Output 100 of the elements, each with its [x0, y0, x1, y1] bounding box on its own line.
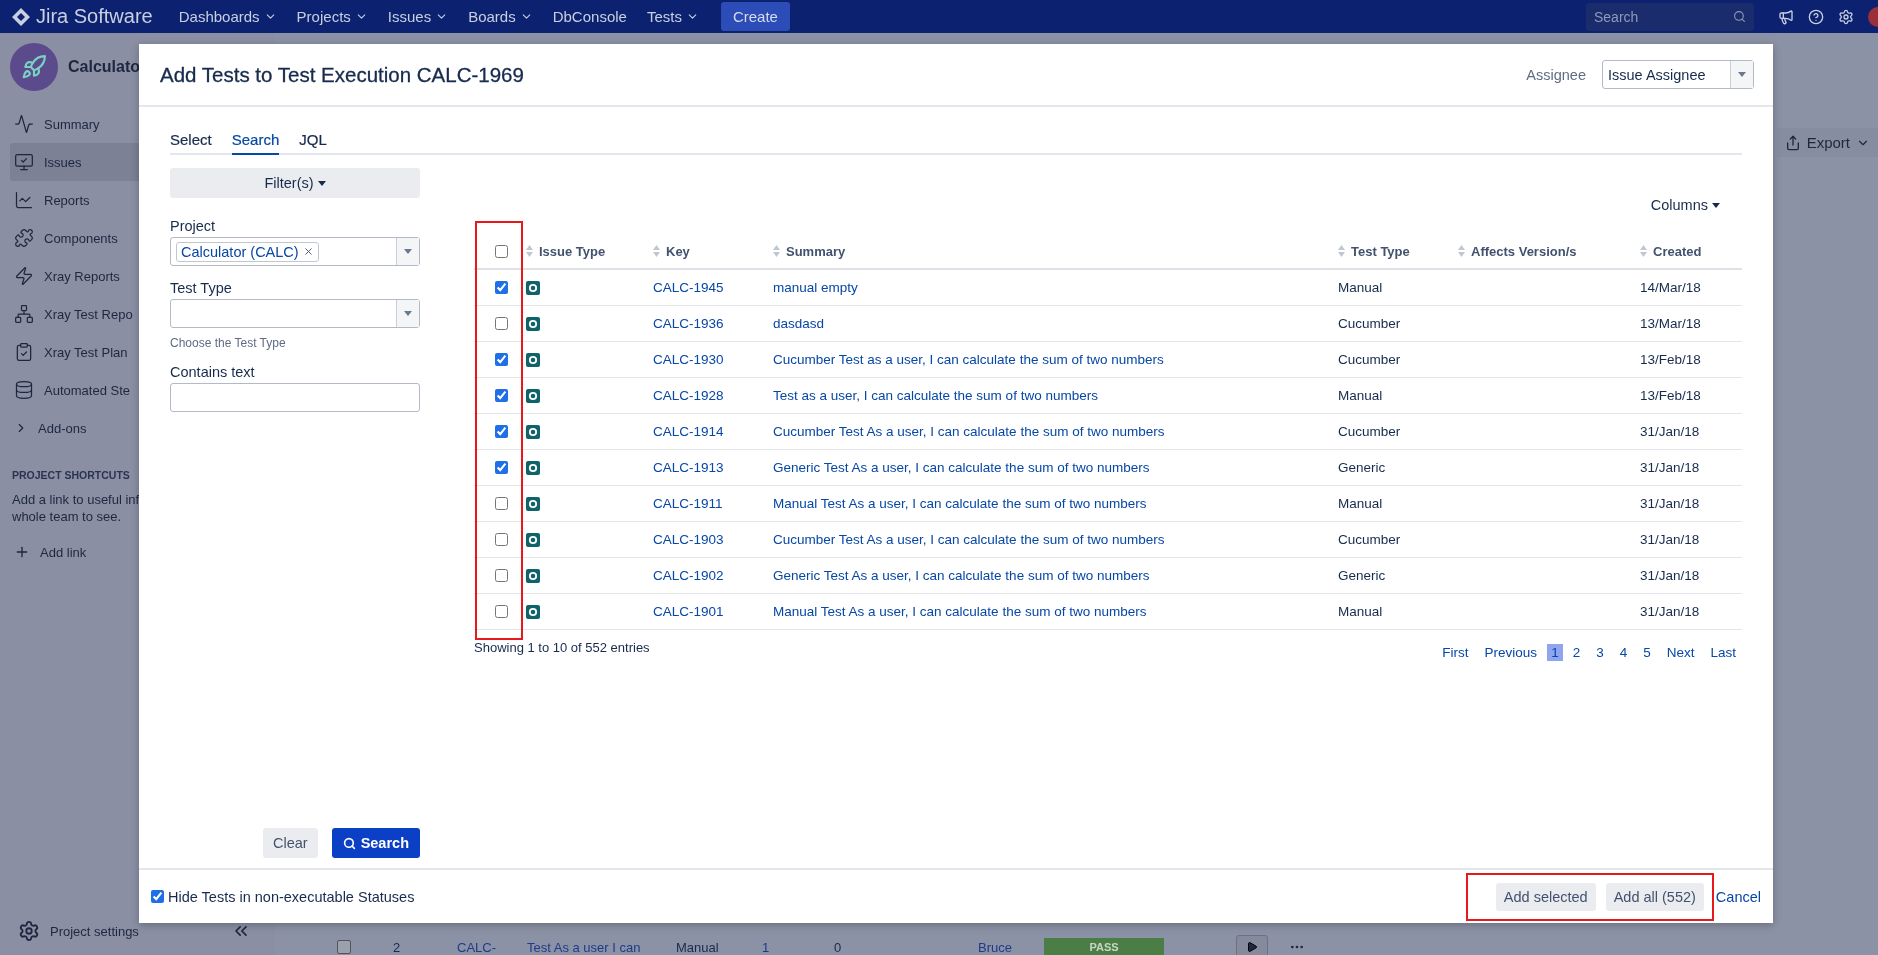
summary-link[interactable]: manual empty [773, 280, 1338, 295]
table-cell-text: 13/Feb/18 [1640, 388, 1702, 403]
sidebar-item[interactable]: Xray Test Repo [10, 295, 265, 333]
megaphone-icon[interactable] [1778, 8, 1794, 25]
issue-key-link[interactable]: CALC-1911 [653, 496, 773, 511]
row-checkbox[interactable] [495, 569, 508, 582]
row-checkbox[interactable] [495, 605, 508, 618]
issue-key-link[interactable]: CALC-1930 [653, 352, 773, 367]
database-icon [14, 380, 34, 400]
issue-key-link[interactable]: CALC-1928 [653, 388, 773, 403]
project-name[interactable]: Calculato [68, 58, 140, 76]
row-checkbox[interactable] [495, 533, 508, 546]
table-cell-text: Cucumber [1338, 352, 1402, 367]
play-button[interactable] [1236, 935, 1268, 955]
filters-button[interactable]: Filter(s) [170, 168, 420, 198]
text-input[interactable] [170, 383, 420, 412]
row-checkbox[interactable] [337, 940, 351, 954]
table-cell-text: Generic [1338, 568, 1387, 583]
issue-key-link[interactable]: CALC-1936 [653, 316, 773, 331]
add-selected-button[interactable]: Add selected [1495, 882, 1596, 911]
row-checkbox[interactable] [495, 389, 508, 402]
clipboard-check-icon [14, 342, 34, 362]
product-name[interactable]: Jira Software [36, 5, 153, 28]
row-checkbox[interactable] [495, 353, 508, 366]
column-header[interactable]: Created [1653, 243, 1702, 259]
test-type-icon [526, 604, 540, 619]
cancel-link[interactable]: Cancel [1715, 888, 1761, 905]
summary-link[interactable]: Manual Test As a user, I can calculate the sum of two numbers [773, 496, 1338, 511]
select-all-checkbox[interactable] [495, 244, 508, 258]
pagination-link[interactable]: 5 [1637, 644, 1657, 661]
nav-menu[interactable]: Dashboards [170, 8, 285, 25]
pagination-link[interactable]: 4 [1613, 644, 1634, 661]
tab[interactable]: Search [231, 131, 280, 155]
hide-tests-checkbox[interactable] [151, 890, 164, 903]
table-cell-text: Manual [1338, 496, 1384, 511]
add-link[interactable]: Add link [10, 533, 265, 571]
remove-icon[interactable] [302, 246, 314, 257]
row-checkbox[interactable] [495, 425, 508, 438]
pagination-link[interactable]: Last [1704, 644, 1742, 661]
clear-button[interactable]: Clear [262, 828, 318, 858]
column-header[interactable]: Key [666, 243, 690, 259]
row-checkbox[interactable] [495, 317, 508, 330]
summary-link[interactable]: Generic Test As a user, I can calculate the sum of two numbers [773, 460, 1338, 475]
pagination-link[interactable]: First [1436, 644, 1475, 661]
issue-key-link[interactable]: CALC-1945 [653, 280, 773, 295]
pagination-link[interactable]: Next [1660, 644, 1701, 661]
settings-icon[interactable] [1838, 8, 1854, 25]
summary-link[interactable]: Generic Test As a user, I can calculate the sum of two numbers [773, 568, 1338, 583]
summary-link[interactable]: Cucumber Test as a user, I can calculate the sum of two numbers [773, 352, 1338, 367]
tab[interactable]: JQL [299, 131, 327, 155]
add-all-button[interactable]: Add all (552) [1605, 882, 1704, 911]
summary-link[interactable]: Manual Test As a user, I can calculate the sum of two numbers [773, 604, 1338, 619]
columns-button[interactable]: Columns [1648, 195, 1722, 215]
nav-menu[interactable]: Projects [288, 8, 376, 25]
column-header[interactable]: Issue Type [539, 243, 606, 259]
row-checkbox[interactable] [495, 461, 508, 474]
line-chart-icon [14, 190, 34, 210]
section-heading: PROJECT SHORTCUTS [12, 469, 131, 481]
search-button[interactable]: Search [331, 828, 420, 858]
column-header[interactable]: Affects Version/s [1471, 243, 1577, 259]
caret-icon [404, 311, 412, 316]
logo-icon[interactable] [12, 7, 30, 26]
field-label: Assignee [1526, 66, 1586, 83]
create-button[interactable]: Create [720, 2, 790, 31]
pagination-link[interactable]: 1 [1547, 644, 1563, 661]
summary-link[interactable]: Cucumber Test As a user, I can calculate the sum of two numbers [773, 424, 1338, 439]
search-icon [1733, 10, 1746, 23]
search-field[interactable]: Search [1586, 2, 1754, 31]
row-checkbox[interactable] [495, 497, 508, 510]
pagination-link[interactable]: 2 [1566, 644, 1587, 661]
summary-link[interactable]: Cucumber Test As a user, I can calculate the sum of two numbers [773, 532, 1338, 547]
table-cell-text: 31/Jan/18 [1640, 532, 1701, 547]
sidebar-item[interactable]: Add-ons [10, 409, 265, 447]
issue-key-link[interactable]: CALC-1903 [653, 532, 773, 547]
issue-key-link[interactable]: CALC-1901 [653, 604, 773, 619]
issue-key-link[interactable]: CALC-1914 [653, 424, 773, 439]
column-header[interactable]: Summary [786, 243, 846, 259]
issue-key-link[interactable]: CALC-1913 [653, 460, 773, 475]
field-label: Test Type [170, 280, 233, 296]
export-button[interactable]: Export [1776, 128, 1878, 157]
dialog-title: Add Tests to Test Execution CALC-1969 [160, 62, 524, 87]
table-cell-text: 13/Mar/18 [1640, 316, 1702, 331]
nav-menu[interactable]: Boards [460, 8, 541, 25]
assignee-select[interactable]: Issue Assignee [1602, 60, 1754, 89]
pagination-link[interactable]: Previous [1478, 644, 1544, 661]
help-icon[interactable] [1808, 8, 1824, 25]
project-select[interactable]: Calculator (CALC) [170, 237, 420, 266]
project-settings-link[interactable]: Project settings [14, 912, 143, 950]
nav-menu[interactable]: Issues [379, 8, 457, 25]
row-checkbox[interactable] [495, 281, 508, 294]
pagination-link[interactable]: 3 [1590, 644, 1610, 661]
project-avatar[interactable] [10, 43, 58, 91]
summary-link[interactable]: dasdasd [773, 316, 1338, 331]
lightning-icon [14, 266, 34, 286]
column-header[interactable]: Test Type [1351, 243, 1410, 259]
checkbox-label[interactable]: Hide Tests in non-executable Statuses [168, 888, 415, 905]
summary-link[interactable]: Test as a user, I can calculate the sum of two numbers [773, 388, 1338, 403]
nav-menu[interactable]: DbConsole [544, 8, 635, 25]
nav-menu[interactable]: Tests [638, 8, 707, 25]
issue-key-link[interactable]: CALC-1902 [653, 568, 773, 583]
